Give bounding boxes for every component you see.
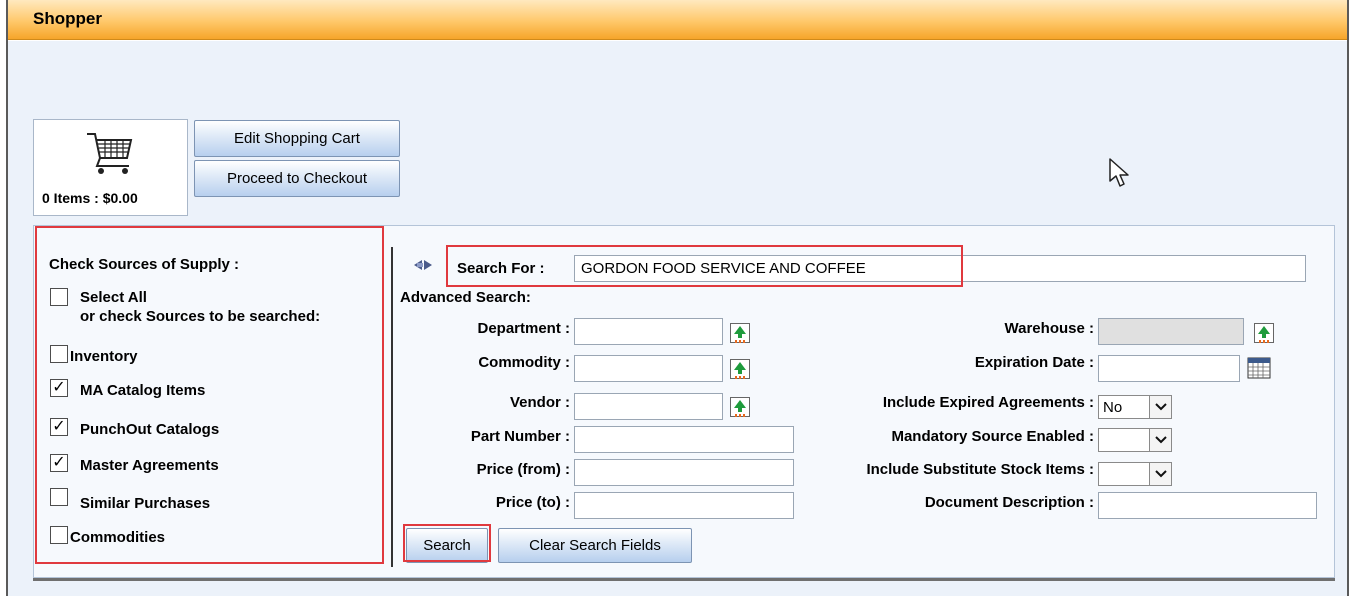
commodity-input[interactable] [574,355,723,382]
sources-heading: Check Sources of Supply : [49,256,240,273]
punchout-catalogs-label: PunchOut Catalogs [80,421,220,438]
include-substitute-stock-items-select[interactable] [1098,462,1172,486]
include-expired-agreements-select[interactable]: No [1098,395,1172,419]
punchout-catalogs-checkbox[interactable]: ✓ [50,418,68,436]
commodity-label: Commodity : [478,354,570,371]
document-description-label: Document Description : [924,494,1094,511]
department-input[interactable] [574,318,723,345]
ma-catalog-items-label: MA Catalog Items [80,382,206,399]
shopping-cart-icon [87,133,133,174]
column-divider [391,247,393,567]
price-to-input[interactable] [574,492,794,519]
vendor-lookup-icon[interactable] [730,397,750,417]
calendar-icon[interactable] [1247,357,1271,379]
chevron-down-icon [1149,463,1171,485]
commodities-checkbox[interactable] [50,526,68,544]
document-description-input[interactable] [1098,492,1317,519]
mandatory-source-enabled-label: Mandatory Source Enabled : [891,428,1094,445]
price-to-label: Price (to) : [495,494,570,511]
department-label: Department : [477,320,570,337]
include-expired-agreements-label: Include Expired Agreements : [882,394,1094,411]
vendor-label: Vendor : [509,394,570,411]
vendor-input[interactable] [574,393,723,420]
commodities-label: Commodities [70,529,166,546]
master-agreements-checkbox[interactable]: ✓ [50,454,68,472]
commodity-lookup-icon[interactable] [730,359,750,379]
expiration-date-label: Expiration Date : [974,354,1094,371]
part-number-label: Part Number : [470,428,570,445]
search-button-highlight [403,524,491,562]
department-lookup-icon[interactable] [730,323,750,343]
advanced-search-heading: Advanced Search: [400,289,531,306]
cart-item-count: 0 Items : $0.00 [42,190,138,206]
proceed-to-checkout-button[interactable]: Proceed to Checkout [194,160,400,197]
window-titlebar: Shopper [8,0,1347,40]
warehouse-label: Warehouse : [1004,320,1094,337]
select-all-hint: or check Sources to be searched: [80,308,321,325]
clear-search-fields-button[interactable]: Clear Search Fields [498,528,692,563]
select-all-label: Select All [80,289,147,306]
price-from-label: Price (from) : [476,461,570,478]
inventory-checkbox[interactable] [50,345,68,363]
similar-purchases-checkbox[interactable] [50,488,68,506]
similar-purchases-label: Similar Purchases [80,495,211,512]
panel-bottom-rule [33,578,1335,581]
expand-collapse-arrows-icon[interactable] [413,258,439,272]
expiration-date-input[interactable] [1098,355,1240,382]
warehouse-lookup-icon[interactable] [1254,323,1274,343]
part-number-input[interactable] [574,426,794,453]
include-substitute-stock-items-label: Include Substitute Stock Items : [866,461,1094,478]
inventory-label: Inventory [70,348,138,365]
mouse-cursor [1109,158,1129,187]
chevron-down-icon [1149,429,1171,451]
window-right-border [1347,0,1349,596]
master-agreements-label: Master Agreements [80,457,219,474]
include-expired-agreements-value: No [1103,399,1123,416]
edit-shopping-cart-button[interactable]: Edit Shopping Cart [194,120,400,157]
search-for-highlight [446,245,963,287]
ma-catalog-items-checkbox[interactable]: ✓ [50,379,68,397]
mandatory-source-enabled-select[interactable] [1098,428,1172,452]
window-title: Shopper [33,9,102,28]
chevron-down-icon [1149,396,1171,418]
warehouse-input [1098,318,1244,345]
price-from-input[interactable] [574,459,794,486]
cart-summary-box[interactable]: 0 Items : $0.00 [33,119,188,216]
select-all-checkbox[interactable] [50,288,68,306]
